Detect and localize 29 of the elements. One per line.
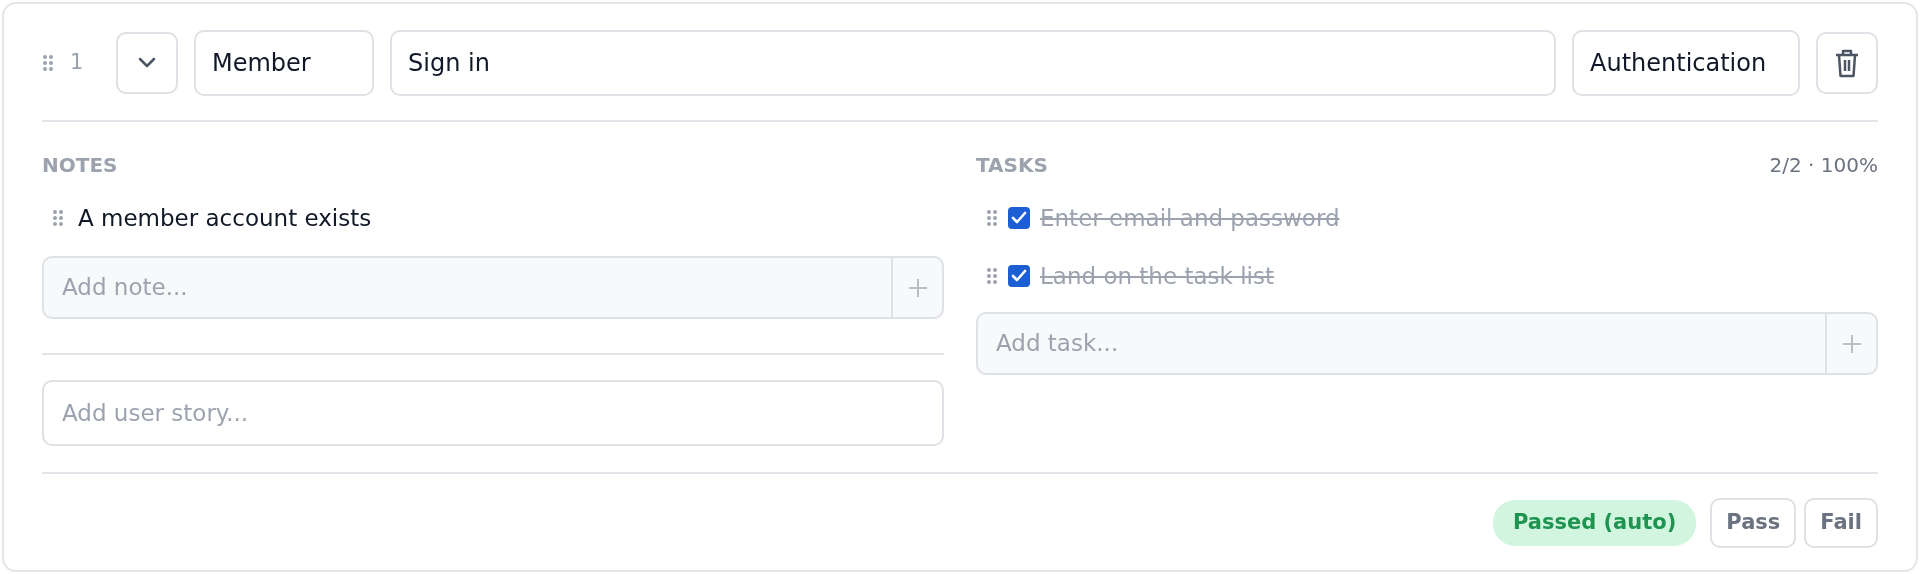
plus-icon <box>907 277 928 298</box>
user-story-field[interactable]: Add user story... <box>42 380 944 446</box>
title-field[interactable]: Sign in <box>390 30 1556 96</box>
add-button[interactable] <box>1825 312 1878 375</box>
task-checkbox[interactable] <box>1008 265 1030 287</box>
plus-icon <box>1841 333 1862 354</box>
task-checkbox[interactable] <box>1008 207 1030 229</box>
collapse-button[interactable] <box>116 32 178 94</box>
drag-handle-icon[interactable] <box>42 54 54 72</box>
delete-button[interactable] <box>1816 32 1878 94</box>
row-number: 1 <box>70 49 85 77</box>
action-button[interactable]: Fail <box>1804 498 1878 548</box>
category-field[interactable]: Authentication <box>1572 30 1800 96</box>
note-text: A member account exists <box>78 203 372 233</box>
add-button[interactable] <box>891 256 944 319</box>
action-button[interactable]: Pass <box>1710 498 1797 548</box>
chevron-icon <box>138 57 156 69</box>
drag-handle-icon[interactable] <box>52 209 64 227</box>
task-text: Enter email and password <box>1040 203 1340 233</box>
section-heading: NOTES <box>42 152 119 179</box>
section-heading: TASKS <box>976 152 1048 179</box>
trash-icon <box>1835 48 1859 78</box>
drag-handle-icon[interactable] <box>986 209 998 227</box>
task-input[interactable]: Add task... <box>976 312 1825 375</box>
drag-handle-icon[interactable] <box>986 267 998 285</box>
status-badge: Passed (auto) <box>1492 500 1697 546</box>
role-field[interactable]: Member <box>194 30 374 96</box>
task-text: Land on the task list <box>1040 261 1274 291</box>
note-input[interactable]: Add note... <box>42 256 891 319</box>
